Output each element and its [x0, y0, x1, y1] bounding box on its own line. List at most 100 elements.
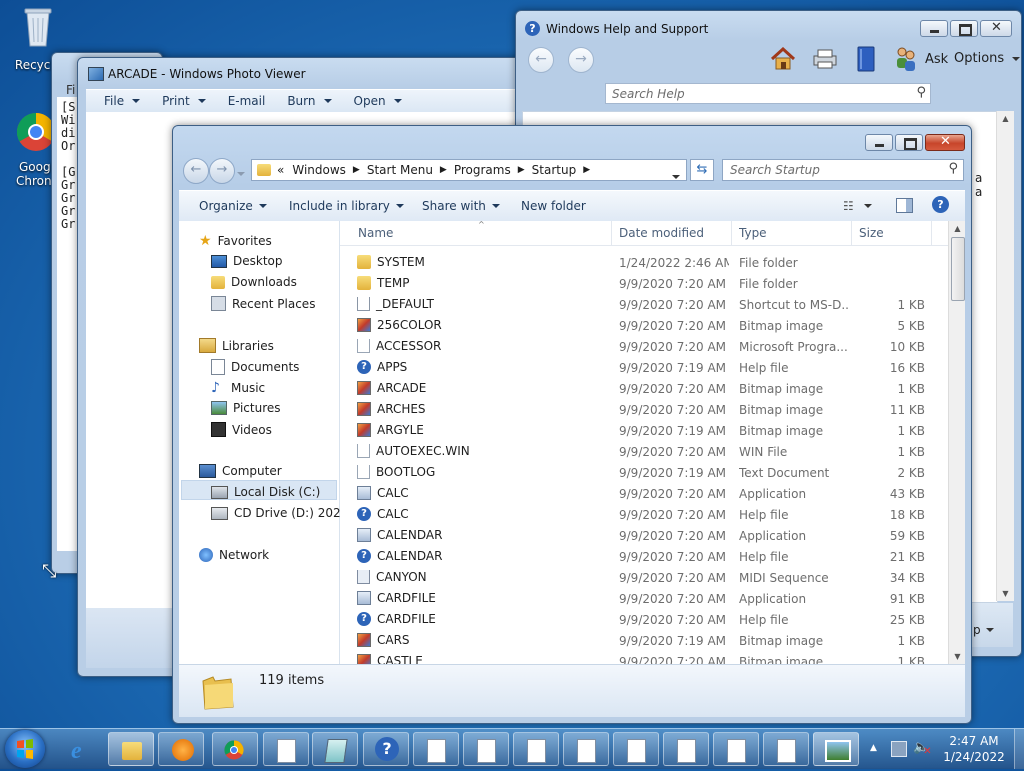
organize-button[interactable]: Organize	[199, 199, 267, 213]
photo-menu-burn[interactable]: Burn	[287, 94, 332, 108]
breadcrumb-programs[interactable]: Programs	[454, 163, 511, 177]
address-dropdown[interactable]	[672, 168, 680, 182]
help-search-box[interactable]: Search Help ⚲	[605, 83, 931, 104]
explorer-maximize-button[interactable]	[895, 134, 923, 151]
file-row[interactable]: ARGYLE 9/9/2020 7:19 AM Bitmap image 1 KB	[340, 420, 948, 441]
file-row[interactable]: ? CARDFILE 9/9/2020 7:20 AM Help file 25 KB	[340, 609, 948, 630]
help-scrollbar[interactable]: ▲ ▼	[996, 111, 1014, 601]
file-row[interactable]: ARCHES 9/9/2020 7:20 AM Bitmap image 11 KB	[340, 399, 948, 420]
help-home-icon[interactable]	[770, 46, 796, 74]
network-tray-icon[interactable]	[891, 741, 907, 757]
taskbar-media-player-button[interactable]	[158, 732, 204, 766]
taskbar-photo-viewer-button[interactable]	[813, 732, 859, 766]
column-type[interactable]: Type	[739, 226, 767, 240]
taskbar-document-button-4[interactable]	[513, 732, 559, 766]
taskbar-ie-button[interactable]: e	[60, 732, 106, 766]
view-options-button[interactable]: ☷	[843, 199, 872, 213]
help-browse-book-icon[interactable]	[856, 46, 876, 75]
explorer-search-box[interactable]: Search Startup ⚲	[722, 159, 964, 181]
file-row[interactable]: 256COLOR 9/9/2020 7:20 AM Bitmap image 5 KB	[340, 315, 948, 336]
file-row[interactable]: BOOTLOG 9/9/2020 7:19 AM Text Document 2 KB	[340, 462, 948, 483]
taskbar-chrome-button[interactable]	[212, 732, 258, 766]
explorer-window[interactable]: ✕ ← → « Windows ▶ Start Menu ▶ Programs …	[172, 125, 972, 724]
explorer-minimize-button[interactable]	[865, 134, 893, 151]
taskbar-document-button-3[interactable]	[463, 732, 509, 766]
show-hidden-icons-button[interactable]: ▲	[870, 743, 877, 753]
taskbar-document-button-2[interactable]	[413, 732, 459, 766]
help-minimize-button[interactable]	[920, 20, 948, 37]
nav-favorites[interactable]: ★ Favorites	[199, 233, 272, 249]
taskbar-explorer-button[interactable]	[108, 732, 154, 766]
share-with-button[interactable]: Share with	[422, 199, 500, 213]
file-row[interactable]: CARDFILE 9/9/2020 7:20 AM Application 91 KB	[340, 588, 948, 609]
file-row[interactable]: ? APPS 9/9/2020 7:19 AM Help file 16 KB	[340, 357, 948, 378]
taskbar-help-button[interactable]: ?	[363, 732, 409, 766]
address-bar[interactable]: « Windows ▶ Start Menu ▶ Programs ▶ Star…	[251, 159, 687, 181]
include-in-library-button[interactable]: Include in library	[289, 199, 404, 213]
explorer-close-button[interactable]: ✕	[925, 134, 965, 151]
nav-computer[interactable]: Computer	[199, 464, 282, 478]
file-row[interactable]: _DEFAULT 9/9/2020 7:20 AM Shortcut to MS-D…	[340, 294, 948, 315]
scroll-up-arrow[interactable]: ▲	[949, 221, 965, 233]
file-row[interactable]: TEMP 9/9/2020 7:20 AM File folder	[340, 273, 948, 294]
column-date-modified[interactable]: Date modified	[619, 226, 704, 240]
help-ask-button[interactable]: Ask	[895, 46, 948, 72]
taskbar-document-button-9[interactable]	[763, 732, 809, 766]
nav-recent-places[interactable]: Recent Places	[211, 296, 315, 311]
photo-menu-print[interactable]: Print	[162, 94, 206, 108]
nav-libraries[interactable]: Libraries	[199, 338, 274, 353]
scroll-down-arrow[interactable]: ▼	[949, 652, 965, 661]
refresh-button[interactable]: ⇆	[690, 159, 714, 181]
file-row[interactable]: CALC 9/9/2020 7:20 AM Application 43 KB	[340, 483, 948, 504]
file-row[interactable]: CARS 9/9/2020 7:19 AM Bitmap image 1 KB	[340, 630, 948, 651]
column-size[interactable]: Size	[859, 226, 884, 240]
photo-menu-open[interactable]: Open	[354, 94, 402, 108]
nav-pictures[interactable]: Pictures	[211, 401, 281, 415]
file-row[interactable]: SYSTEM 1/24/2022 2:46 AM File folder	[340, 252, 948, 273]
help-forward-button[interactable]: →	[568, 47, 594, 73]
new-folder-button[interactable]: New folder	[521, 199, 586, 213]
taskbar-document-button-1[interactable]	[263, 732, 309, 766]
breadcrumb-overflow[interactable]: «	[277, 163, 284, 177]
nav-documents[interactable]: Documents	[211, 359, 299, 375]
explorer-forward-button[interactable]: →	[209, 158, 235, 184]
help-print-icon[interactable]	[812, 49, 838, 72]
help-bottom-fragment[interactable]: p	[973, 623, 994, 637]
taskbar-document-button-8[interactable]	[713, 732, 759, 766]
taskbar-notepad-button[interactable]	[312, 732, 358, 766]
breadcrumb-start-menu[interactable]: Start Menu	[367, 163, 433, 177]
taskbar-document-button-5[interactable]	[563, 732, 609, 766]
recent-locations-dropdown[interactable]	[237, 165, 245, 179]
scroll-down-arrow[interactable]: ▼	[997, 589, 1014, 598]
help-back-button[interactable]: ←	[528, 47, 554, 73]
volume-muted-tray-icon[interactable]: 🔈✕	[913, 740, 938, 757]
file-row[interactable]: CASTLE 9/9/2020 7:20 AM Bitmap image 1 KB	[340, 651, 948, 664]
scroll-thumb[interactable]	[951, 237, 965, 301]
help-maximize-button[interactable]	[950, 20, 978, 37]
photo-menu-file[interactable]: File	[104, 94, 141, 108]
nav-music[interactable]: ♪ Music	[211, 380, 265, 396]
file-row[interactable]: ? CALC 9/9/2020 7:20 AM Help file 18 KB	[340, 504, 948, 525]
taskbar-document-button-7[interactable]	[663, 732, 709, 766]
clock[interactable]: 2:47 AM 1/24/2022	[938, 733, 1010, 765]
file-row[interactable]: CALENDAR 9/9/2020 7:20 AM Application 59 KB	[340, 525, 948, 546]
photo-menu-email[interactable]: E-mail	[228, 94, 266, 108]
column-name[interactable]: Name	[358, 226, 393, 240]
nav-desktop[interactable]: Desktop	[211, 254, 283, 268]
scroll-up-arrow[interactable]: ▲	[997, 111, 1014, 123]
help-options-menu[interactable]: Options	[954, 51, 1021, 66]
file-row[interactable]: CANYON 9/9/2020 7:20 AM MIDI Sequence 34 KB	[340, 567, 948, 588]
help-close-button[interactable]: ✕	[980, 20, 1012, 37]
taskbar-document-button-6[interactable]	[613, 732, 659, 766]
help-icon[interactable]: ?	[932, 196, 949, 213]
start-button[interactable]	[5, 730, 45, 768]
nav-videos[interactable]: Videos	[211, 422, 272, 437]
show-desktop-button[interactable]	[1014, 729, 1024, 769]
preview-pane-button[interactable]	[896, 198, 913, 213]
file-row[interactable]: ARCADE 9/9/2020 7:20 AM Bitmap image 1 KB	[340, 378, 948, 399]
file-row[interactable]: ACCESSOR 9/9/2020 7:20 AM Microsoft Progra…	[340, 336, 948, 357]
file-list-scrollbar[interactable]: ▲ ▼	[948, 221, 965, 664]
breadcrumb-windows[interactable]: Windows	[292, 163, 346, 177]
nav-network[interactable]: Network	[199, 548, 269, 562]
file-row[interactable]: ? CALENDAR 9/9/2020 7:20 AM Help file 21 KB	[340, 546, 948, 567]
